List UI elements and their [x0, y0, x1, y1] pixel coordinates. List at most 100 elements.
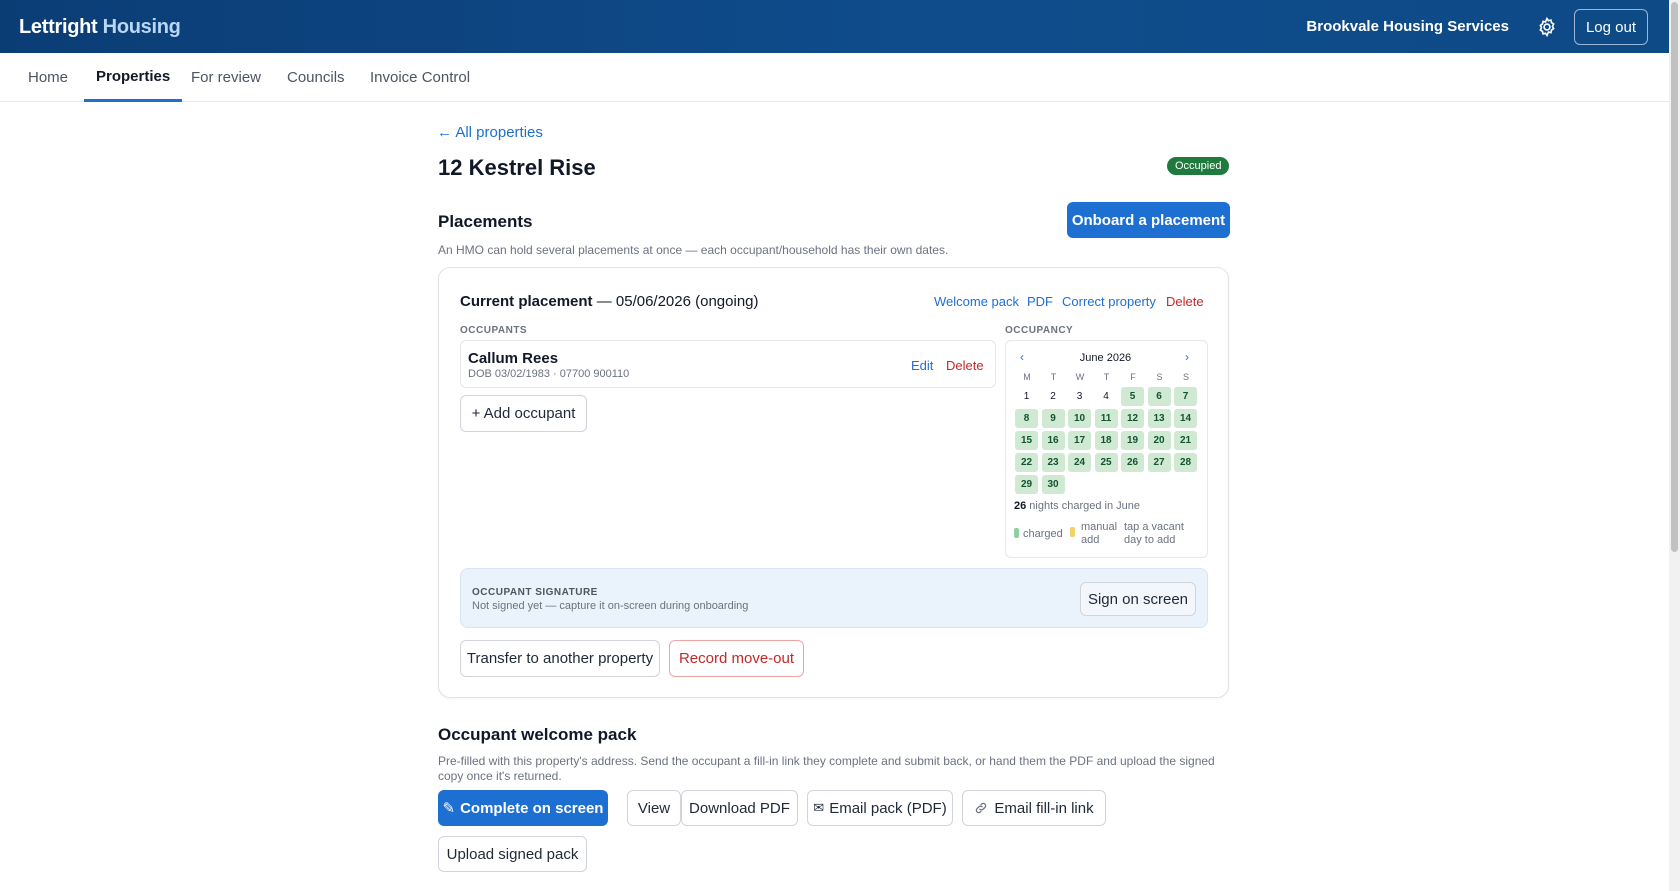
onboard-placement-button[interactable]: Onboard a placement	[1067, 202, 1230, 238]
calendar-day[interactable]: 30	[1041, 475, 1065, 494]
calendar-day[interactable]: 17	[1068, 431, 1091, 450]
delete-placement-link[interactable]: Delete	[1166, 294, 1204, 309]
welcome-pack-heading: Occupant welcome pack	[438, 725, 637, 744]
calendar-day[interactable]: 16	[1041, 431, 1065, 450]
calendar-day[interactable]: 8	[1015, 409, 1038, 428]
nav-properties[interactable]: Properties	[84, 53, 183, 102]
edit-occupant-link[interactable]: Edit	[911, 358, 933, 373]
envelope-icon: ✉	[813, 800, 825, 815]
signature-label: OCCUPANT SIGNATURE	[472, 587, 598, 598]
page-title: 12 Kestrel Rise	[438, 155, 596, 180]
email-pack-button[interactable]: ✉ Email pack (PDF)	[807, 790, 953, 826]
calendar-day[interactable]: 27	[1147, 453, 1171, 472]
nav-home[interactable]: Home	[16, 53, 80, 102]
welcome-pack-link[interactable]: Welcome pack	[934, 294, 1019, 309]
record-move-out-button[interactable]: Record move-out	[669, 640, 804, 677]
legend-charged-label: charged	[1023, 528, 1063, 540]
complete-on-screen-label: Complete on screen	[460, 799, 604, 817]
calendar-prev-month[interactable]: ‹	[1020, 350, 1024, 364]
calendar-day[interactable]: 18	[1094, 431, 1118, 450]
calendar-day[interactable]: 29	[1015, 475, 1038, 494]
nav-invoice-control[interactable]: Invoice Control	[358, 53, 482, 102]
calendar-month-label: June 2026	[1079, 352, 1132, 364]
nav-councils[interactable]: Councils	[275, 53, 357, 102]
back-to-properties-link[interactable]: ← All properties	[437, 124, 543, 141]
organisation-name: Brookvale Housing Services	[1306, 18, 1509, 35]
manual-swatch	[1070, 527, 1075, 537]
signature-status-text: Not signed yet — capture it on-screen du…	[472, 600, 749, 612]
calendar-day[interactable]: 26	[1121, 453, 1144, 472]
calendar-day[interactable]: 5	[1121, 387, 1144, 406]
calendar-day[interactable]: 15	[1015, 431, 1038, 450]
calendar-day[interactable]: 25	[1094, 453, 1118, 472]
scrollbar-thumb[interactable]	[1671, 2, 1678, 552]
top-bar: Lettright Housing Brookvale Housing Serv…	[0, 0, 1669, 53]
download-pdf-button[interactable]: Download PDF	[681, 790, 798, 826]
calendar-day[interactable]: 1	[1015, 387, 1038, 406]
calendar-weekday: M	[1023, 372, 1031, 382]
logout-button[interactable]: Log out	[1574, 9, 1648, 45]
calendar-day[interactable]: 11	[1094, 409, 1118, 428]
calendar-day[interactable]: 21	[1174, 431, 1197, 450]
legend-charged: charged	[1014, 528, 1063, 541]
nav-for-review[interactable]: For review	[179, 53, 273, 102]
calendar-day[interactable]: 9	[1041, 409, 1065, 428]
occupant-details: DOB 03/02/1983 · 07700 900110	[468, 368, 630, 380]
correct-property-link[interactable]: Correct property	[1062, 294, 1156, 309]
email-fill-in-link-label: Email fill-in link	[994, 799, 1094, 817]
pencil-icon: ✎	[442, 800, 456, 817]
calendar-day[interactable]: 28	[1174, 453, 1197, 472]
calendar-day[interactable]: 13	[1147, 409, 1171, 428]
gear-icon[interactable]	[1536, 16, 1558, 38]
placements-heading: Placements	[438, 212, 533, 231]
current-placement-heading: Current placement — 05/06/2026 (ongoing)	[460, 293, 759, 310]
calendar-day[interactable]: 20	[1147, 431, 1171, 450]
calendar-day[interactable]: 23	[1041, 453, 1065, 472]
email-pack-label: Email pack (PDF)	[829, 799, 947, 817]
charged-swatch	[1014, 528, 1019, 538]
transfer-property-button[interactable]: Transfer to another property	[460, 640, 660, 677]
brand-logo[interactable]: Lettright Housing	[19, 16, 181, 39]
calendar-day[interactable]: 10	[1068, 409, 1091, 428]
calendar-day[interactable]: 22	[1015, 453, 1038, 472]
brand-name: Lettright	[19, 16, 98, 38]
calendar-day[interactable]: 19	[1121, 431, 1144, 450]
calendar-day[interactable]: 24	[1068, 453, 1091, 472]
calendar-day[interactable]: 12	[1121, 409, 1144, 428]
brand-name-accent: Housing	[102, 16, 181, 38]
legend-hint: tap a vacant day to add	[1124, 521, 1184, 546]
nights-text: nights charged in June	[1026, 500, 1140, 512]
legend-manual: manual add	[1070, 521, 1117, 547]
calendar-weekday: F	[1130, 372, 1136, 382]
main-nav: Home Properties For review Councils Invo…	[0, 53, 1669, 102]
calendar-weekday: S	[1182, 372, 1189, 382]
delete-occupant-link[interactable]: Delete	[946, 358, 984, 373]
calendar-weekday: T	[1103, 372, 1110, 382]
calendar-day[interactable]: 3	[1068, 387, 1091, 406]
nights-charged-summary: 26 nights charged in June	[1014, 500, 1140, 512]
calendar-weekday: S	[1156, 372, 1163, 382]
calendar-next-month[interactable]: ›	[1185, 350, 1189, 364]
add-occupant-button[interactable]: + Add occupant	[460, 395, 587, 432]
calendar-day[interactable]: 14	[1174, 409, 1197, 428]
calendar-weekday: W	[1075, 372, 1085, 382]
occupants-label: OCCUPANTS	[460, 325, 528, 336]
current-placement-dates: — 05/06/2026 (ongoing)	[592, 293, 759, 310]
current-placement-label: Current placement	[460, 293, 593, 310]
calendar-weekday: T	[1050, 372, 1057, 382]
calendar-day[interactable]: 2	[1042, 387, 1065, 406]
status-badge: Occupied	[1167, 157, 1230, 175]
nights-count: 26	[1014, 500, 1027, 512]
occupant-name: Callum Rees	[468, 350, 559, 367]
calendar-day[interactable]: 7	[1174, 387, 1197, 406]
upload-signed-pack-button[interactable]: Upload signed pack	[438, 836, 587, 872]
calendar-day[interactable]: 4	[1095, 387, 1118, 406]
complete-on-screen-button[interactable]: ✎ Complete on screen	[438, 790, 608, 826]
calendar-day[interactable]: 6	[1147, 387, 1171, 406]
view-pack-button[interactable]: View	[627, 790, 681, 826]
placements-description: An HMO can hold several placements at on…	[438, 243, 949, 257]
email-fill-in-link-button[interactable]: Email fill-in link	[962, 790, 1106, 826]
sign-on-screen-button[interactable]: Sign on screen	[1080, 582, 1196, 616]
welcome-pack-description: Pre-filled with this property's address.…	[438, 754, 1215, 783]
pdf-link[interactable]: PDF	[1027, 294, 1053, 309]
